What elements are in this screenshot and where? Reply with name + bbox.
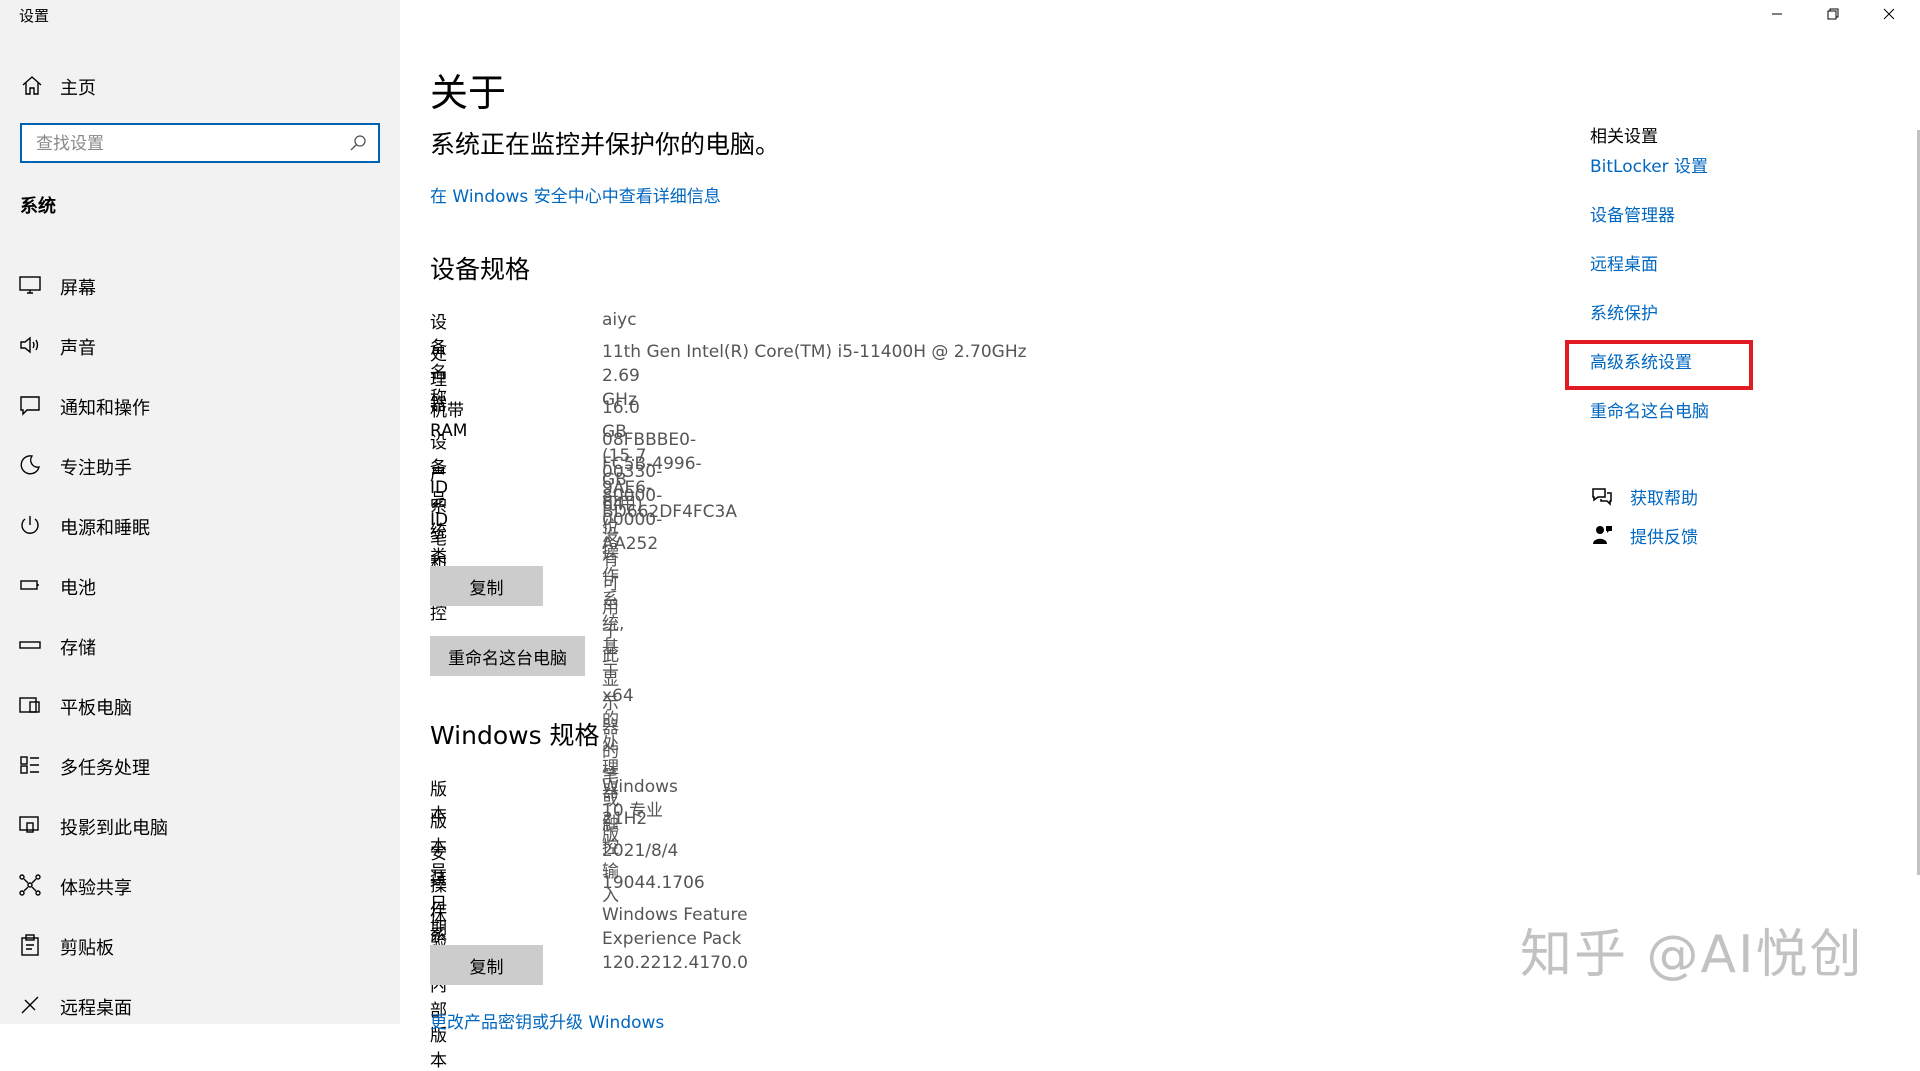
power-icon <box>21 516 39 534</box>
tablet-icon <box>19 697 40 713</box>
security-center-link[interactable]: 在 Windows 安全中心中查看详细信息 <box>430 182 721 207</box>
moon-icon <box>20 455 40 475</box>
remote-desktop-icon <box>21 996 39 1014</box>
related-settings-list: BitLocker 设置 设备管理器 远程桌面 系统保护 高级系统设置 重命名这… <box>1590 155 1709 449</box>
sidebar-item-notifications[interactable]: 通知和操作 <box>0 375 400 435</box>
notification-icon <box>20 396 40 416</box>
sidebar-item-label: 专注助手 <box>60 458 132 479</box>
spec-value: aiyc <box>602 310 637 330</box>
highlight-annotation-box <box>1565 340 1753 390</box>
storage-icon <box>19 641 41 649</box>
sidebar-item-label: 主页 <box>60 78 96 99</box>
sidebar-item-label: 电池 <box>60 578 96 599</box>
sidebar-item-multitasking[interactable]: 多任务处理 <box>0 735 400 795</box>
feedback-person-icon <box>1593 526 1612 544</box>
spec-value: 19044.1706 <box>602 873 705 893</box>
spec-value: 2021/8/4 <box>602 841 679 861</box>
spec-value: 21H2 <box>602 809 648 829</box>
battery-icon <box>20 580 39 590</box>
sidebar-item-label: 屏幕 <box>60 278 96 299</box>
sidebar-item-battery[interactable]: 电池 <box>0 555 400 615</box>
rename-pc-button[interactable]: 重命名这台电脑 <box>430 636 585 676</box>
copy-windows-specs-button[interactable]: 复制 <box>430 945 543 985</box>
change-product-key-link[interactable]: 更改产品密钥或升级 Windows <box>430 1008 664 1033</box>
monitor-icon <box>19 276 41 294</box>
chat-help-icon <box>1592 488 1612 506</box>
sidebar-item-label: 投影到此电脑 <box>60 818 168 839</box>
close-icon <box>1883 8 1895 20</box>
clipboard-icon <box>21 934 39 956</box>
section-label: 系统 <box>20 196 56 217</box>
feedback-label: 提供反馈 <box>1630 528 1698 548</box>
sidebar-item-label: 平板电脑 <box>60 698 132 719</box>
search-icon[interactable] <box>348 133 368 153</box>
app-title: 设置 <box>19 7 50 25</box>
search-box <box>20 123 380 163</box>
sidebar-item-project[interactable]: 投影到此电脑 <box>0 795 400 855</box>
speaker-icon <box>20 336 39 354</box>
sidebar-item-home[interactable]: 主页 <box>0 66 400 106</box>
share-icon <box>19 874 41 896</box>
sidebar-item-focus-assist[interactable]: 专注助手 <box>0 435 400 495</box>
sidebar-item-sound[interactable]: 声音 <box>0 315 400 375</box>
get-help-label: 获取帮助 <box>1630 489 1698 509</box>
feedback-link[interactable]: 提供反馈 <box>1590 521 1790 551</box>
sidebar-item-label: 多任务处理 <box>60 758 150 779</box>
nav-list: 屏幕 声音 通知和操作 专注助手 电源和睡眠 电池 存储 平板电脑 多任务处理 … <box>0 255 400 1035</box>
restore-icon <box>1827 8 1839 20</box>
restore-button[interactable] <box>1806 0 1862 30</box>
sidebar-item-label: 剪贴板 <box>60 938 114 959</box>
sidebar-item-power-sleep[interactable]: 电源和睡眠 <box>0 495 400 555</box>
get-help-link[interactable]: 获取帮助 <box>1590 482 1790 512</box>
project-icon <box>19 816 39 833</box>
minimize-button[interactable] <box>1750 0 1806 30</box>
close-button[interactable] <box>1862 0 1918 30</box>
search-input[interactable] <box>34 132 338 156</box>
sidebar-item-storage[interactable]: 存储 <box>0 615 400 675</box>
related-link-bitlocker[interactable]: BitLocker 设置 <box>1590 155 1709 204</box>
sidebar-item-remote-desktop[interactable]: 远程桌面 <box>0 975 400 1035</box>
sidebar-item-tablet[interactable]: 平板电脑 <box>0 675 400 735</box>
sidebar-item-label: 远程桌面 <box>60 998 132 1019</box>
page-title: 关于 <box>430 71 507 115</box>
home-icon <box>22 76 42 95</box>
sidebar-item-label: 声音 <box>60 338 96 359</box>
sidebar: 设置 主页 系统 屏幕 声音 <box>0 0 400 1024</box>
sidebar-item-label: 存储 <box>60 638 96 659</box>
sidebar-item-label: 通知和操作 <box>60 398 150 419</box>
protection-status-text: 系统正在监控并保护你的电脑。 <box>430 130 781 159</box>
sidebar-item-shared-experiences[interactable]: 体验共享 <box>0 855 400 915</box>
device-specs-heading: 设备规格 <box>430 255 531 284</box>
related-link-rename-pc[interactable]: 重命名这台电脑 <box>1590 400 1709 449</box>
sidebar-item-clipboard[interactable]: 剪贴板 <box>0 915 400 975</box>
windows-specs-heading: Windows 规格 <box>430 721 600 750</box>
copy-device-specs-button[interactable]: 复制 <box>430 566 543 606</box>
spec-value: Windows Feature Experience Pack 120.2212… <box>602 905 749 973</box>
related-settings-title: 相关设置 <box>1590 127 1658 147</box>
sidebar-item-label: 电源和睡眠 <box>60 518 150 539</box>
sidebar-item-display[interactable]: 屏幕 <box>0 255 400 315</box>
related-link-remote-desktop[interactable]: 远程桌面 <box>1590 253 1709 302</box>
main-content: 关于 系统正在监控并保护你的电脑。 在 Windows 安全中心中查看详细信息 … <box>400 0 1920 1071</box>
watermark-text: 知乎 @AI悦创 <box>1520 925 1864 985</box>
spec-value: 11th Gen Intel(R) Core(TM) i5-11400H @ 2… <box>602 342 1027 362</box>
sidebar-item-label: 体验共享 <box>60 878 132 899</box>
minimize-icon <box>1772 13 1782 15</box>
multitask-icon <box>20 756 39 774</box>
related-link-device-manager[interactable]: 设备管理器 <box>1590 204 1709 253</box>
